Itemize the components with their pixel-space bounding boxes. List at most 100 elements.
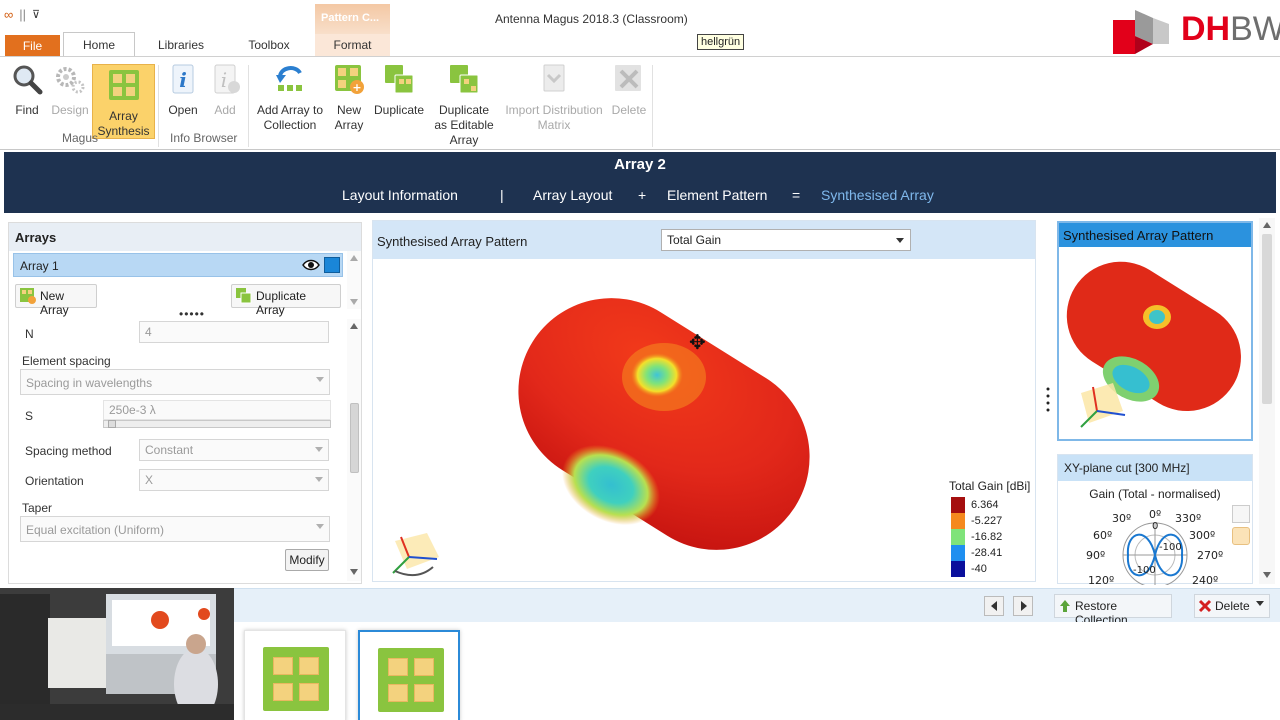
import-distribution-matrix-button[interactable]: Import Distribution Matrix (502, 63, 606, 133)
svg-text:i: i (179, 68, 187, 92)
tab-file[interactable]: File (5, 35, 60, 57)
duplicate-array-label: Duplicate Array (256, 289, 307, 317)
3d-radiation-pattern[interactable]: ✥ (499, 279, 829, 569)
quantity-select[interactable]: Total Gain (661, 229, 911, 251)
tab-libraries[interactable]: Libraries (150, 34, 212, 56)
polar-radius-0: 0 (1152, 521, 1158, 532)
array-color-swatch[interactable] (324, 257, 340, 273)
new-array-small-label: New Array (40, 289, 69, 317)
arrow-right-icon (1021, 601, 1027, 611)
qat-customize-icon[interactable]: ⊽ (32, 8, 40, 22)
s-field[interactable]: 250e-3 λ (103, 400, 331, 420)
duplicate-editable-label-2: as Editable (434, 118, 494, 132)
array-list-item[interactable]: Array 1 (13, 253, 343, 277)
s-slider[interactable] (103, 420, 331, 428)
taper-label: Taper (22, 501, 53, 515)
legend-value: -16.82 (971, 531, 1003, 543)
orientation-select[interactable]: X (139, 469, 329, 491)
array-synthesis-label-2: Synthesis (97, 124, 150, 138)
add-array-to-collection-button[interactable]: Add Array to Collection (254, 63, 326, 133)
design-label: Design (51, 103, 89, 117)
delete-ribbon-button[interactable]: Delete (610, 63, 648, 118)
element-spacing-label: Element spacing (22, 354, 111, 368)
array-list-scrollbar[interactable] (347, 251, 361, 309)
duplicate-icon (385, 65, 414, 94)
polar-label-90: 90º (1086, 549, 1105, 562)
scroll-down-arrow-icon[interactable] (1263, 572, 1271, 578)
collection-item[interactable] (244, 630, 346, 720)
taper-select[interactable]: Equal excitation (Uniform) (20, 516, 330, 542)
add-array-label-1: Add Array to (256, 103, 324, 117)
scroll-down-arrow-icon[interactable] (350, 569, 358, 575)
splitter-grip[interactable]: ••••• (179, 307, 205, 321)
polar-label-300: 300º (1189, 529, 1215, 542)
legend-swatch-4 (951, 545, 965, 561)
new-array-label-1: New (336, 103, 361, 117)
orientation-value: X (145, 473, 154, 487)
contextual-tab-group: Pattern C... (315, 4, 390, 34)
delete-collection-button[interactable]: Delete (1194, 594, 1270, 618)
xy-plane-cut-title: XY-plane cut [300 MHz] (1058, 455, 1252, 481)
new-array-button[interactable]: + New Array (331, 63, 367, 133)
restore-collection-button[interactable]: Restore Collection (1054, 594, 1172, 627)
properties-scrollbar[interactable] (347, 319, 361, 581)
pattern-thumbnail[interactable] (1063, 251, 1249, 439)
step-layout-information[interactable]: Layout Information (342, 187, 458, 203)
scroll-up-arrow-icon[interactable] (1263, 222, 1271, 228)
panel-splitter-grip[interactable] (1046, 386, 1050, 414)
scroll-thumb[interactable] (350, 403, 359, 473)
info-icon: i (172, 64, 194, 94)
find-button[interactable]: Find (10, 63, 44, 118)
add-array-label-2: Collection (263, 118, 317, 132)
group-separator (158, 65, 159, 147)
sidebar-scrollbar[interactable] (1259, 218, 1275, 584)
design-button[interactable]: Design (50, 63, 90, 118)
chart-type-icon[interactable] (1232, 505, 1250, 523)
ribbon-tabs: File Home Libraries Toolbox Format (0, 32, 1280, 57)
add-to-collection-icon (276, 66, 302, 91)
next-button[interactable] (1013, 596, 1033, 616)
pattern-thumbnail-card[interactable]: Synthesised Array Pattern (1057, 221, 1253, 441)
duplicate-editable-button[interactable]: Duplicate as Editable Array (432, 63, 496, 148)
duplicate-editable-icon (450, 65, 479, 94)
legend-value: -40 (971, 563, 987, 575)
spacing-method-select[interactable]: Constant (139, 439, 329, 461)
duplicate-button[interactable]: Duplicate (372, 63, 426, 118)
new-array-small-button[interactable]: New Array (15, 284, 97, 317)
step-array-layout[interactable]: Array Layout (533, 187, 612, 203)
group-label-info-browser: Info Browser (170, 131, 238, 145)
collection-item-selected[interactable] (358, 630, 460, 720)
tab-format[interactable]: Format (315, 34, 390, 56)
spacing-method-value: Constant (145, 443, 194, 457)
tab-home[interactable]: Home (63, 32, 135, 56)
delete-dropdown-chevron-icon[interactable] (1256, 601, 1264, 606)
array-synthesis-button[interactable]: Array Synthesis (92, 64, 155, 139)
polar-plot[interactable]: 0º 330º 30º 60º 300º 90º 270º 120º 240º … (1058, 505, 1254, 585)
duplicate-array-button[interactable]: Duplicate Array (231, 284, 341, 317)
add-info-button[interactable]: i Add (208, 63, 242, 118)
scroll-thumb[interactable] (1262, 234, 1272, 404)
scroll-down-arrow-icon[interactable] (350, 299, 358, 305)
restore-icon (1060, 600, 1070, 612)
app-icon[interactable]: ∞ (4, 8, 13, 22)
n-field[interactable]: 4 (139, 321, 329, 343)
polar-radius-minus100: -100 (1159, 542, 1182, 553)
open-button[interactable]: i Open (166, 63, 200, 118)
find-label: Find (15, 103, 39, 117)
xy-plane-cut-card[interactable]: XY-plane cut [300 MHz] Gain (Total - nor… (1057, 454, 1254, 585)
step-element-pattern[interactable]: Element Pattern (667, 187, 767, 203)
tab-toolbox[interactable]: Toolbox (237, 34, 301, 56)
step-synthesised-array[interactable]: Synthesised Array (821, 187, 934, 203)
scroll-up-arrow-icon[interactable] (350, 255, 358, 261)
axes-orientation-icon (392, 533, 439, 577)
settings-icon[interactable] (1232, 527, 1250, 545)
pattern-viewer-title: Synthesised Array Pattern (377, 234, 528, 249)
s-slider-thumb[interactable] (108, 420, 116, 428)
legend-value: -28.41 (971, 547, 1003, 559)
modify-button[interactable]: Modify (285, 549, 329, 571)
element-spacing-select[interactable]: Spacing in wavelengths (20, 369, 330, 395)
chevron-down-icon (896, 238, 904, 243)
previous-button[interactable] (984, 596, 1004, 616)
eye-icon[interactable] (302, 258, 320, 272)
scroll-up-arrow-icon[interactable] (350, 323, 358, 329)
